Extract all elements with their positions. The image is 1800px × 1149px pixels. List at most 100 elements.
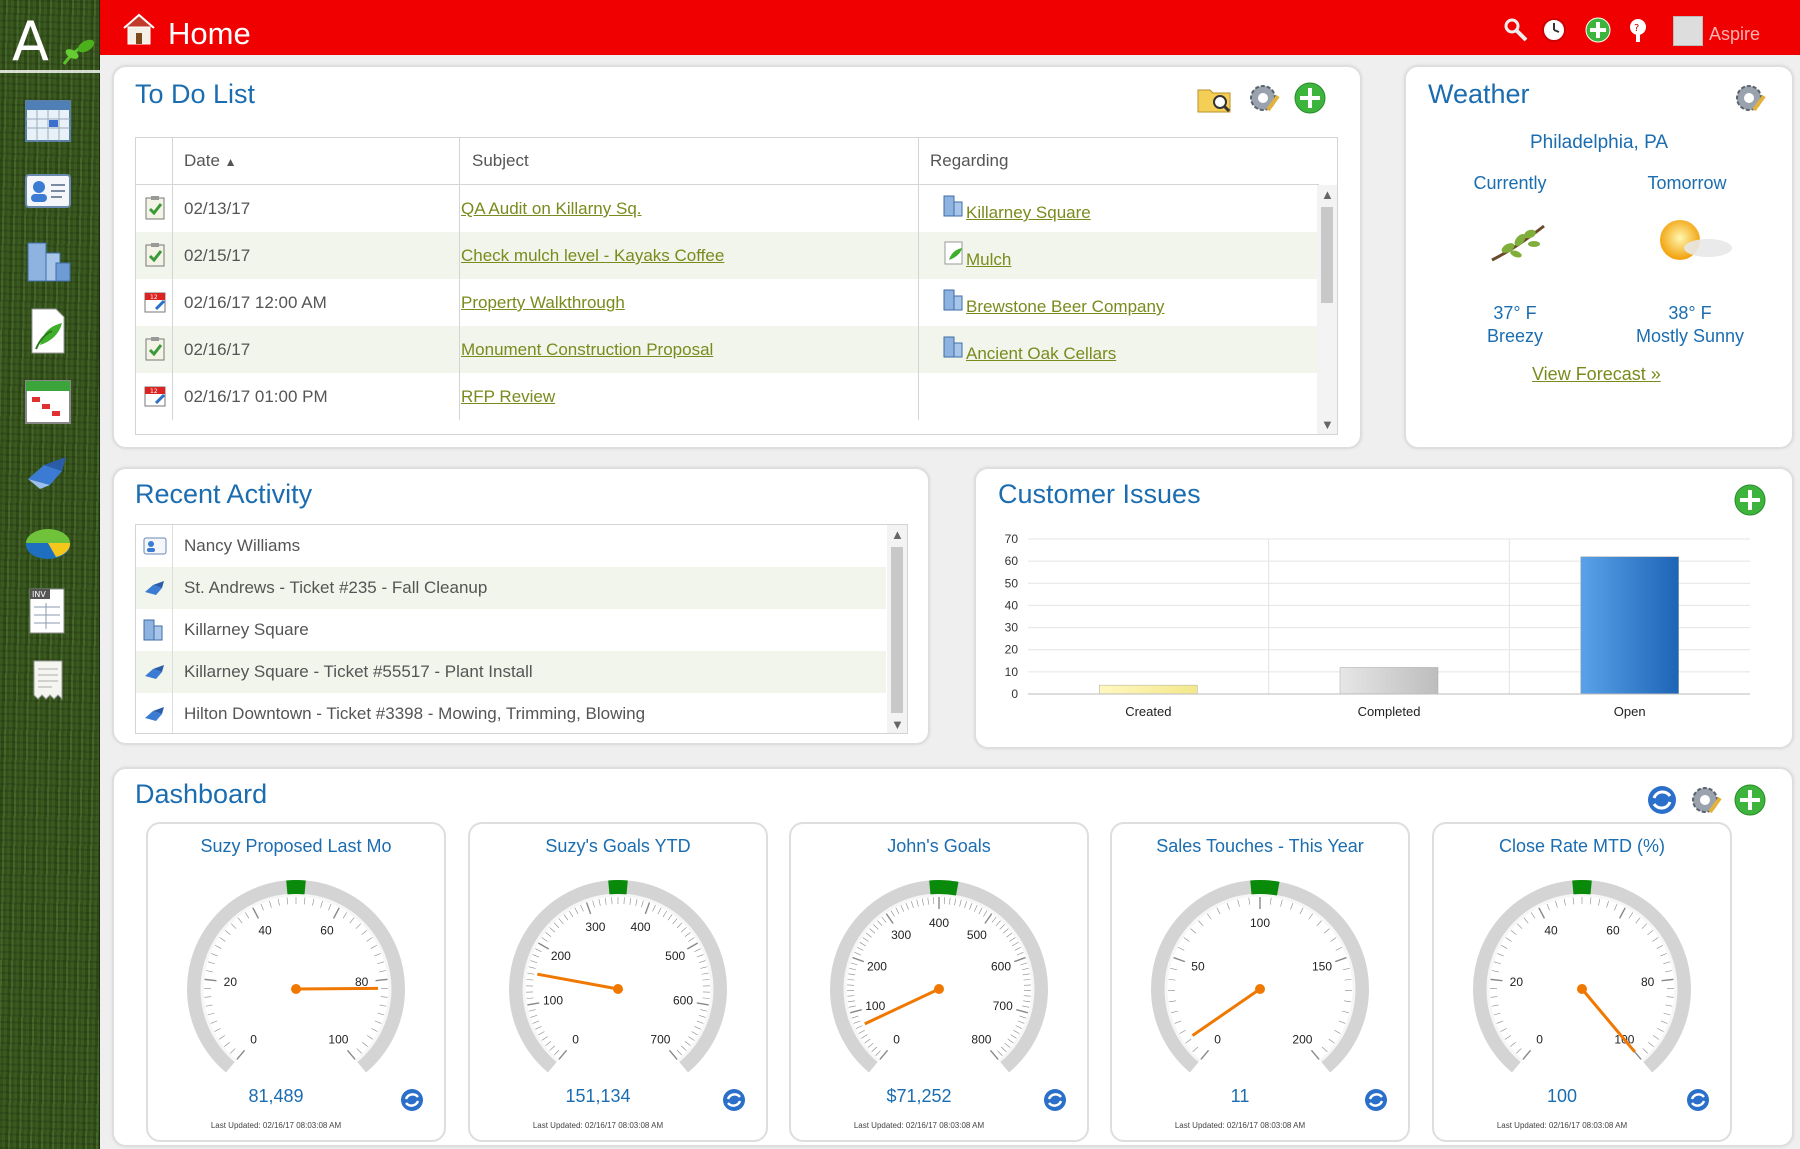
scroll-down-icon[interactable]: ▼ [891, 717, 904, 732]
reports-icon[interactable] [22, 515, 74, 567]
list-item[interactable]: Killarney Square [136, 609, 886, 651]
table-row[interactable]: 02/13/17 QA Audit on Killarny Sq. Killarne… [136, 185, 1319, 232]
task-icon [142, 336, 168, 362]
weather-current-label: Currently [1473, 173, 1547, 193]
table-row[interactable]: 02/16/17 Monument Construction Proposal An… [136, 326, 1319, 373]
todo-subject-link[interactable]: QA Audit on Killarny Sq. [461, 199, 642, 219]
list-item[interactable]: Nancy Williams [136, 525, 886, 567]
todo-regarding-link[interactable]: Brewstone Beer Company [966, 297, 1164, 317]
activity-scrollbar[interactable]: ▲ ▼ [887, 525, 907, 733]
gear-icon[interactable] [1246, 80, 1282, 116]
avatar[interactable] [1673, 16, 1703, 46]
list-item[interactable]: St. Andrews - Ticket #235 - Fall Cleanup [136, 567, 886, 609]
schedule-icon[interactable] [22, 375, 74, 427]
bar-created[interactable] [1099, 684, 1198, 695]
todo-regarding-link[interactable]: Mulch [966, 250, 1011, 270]
todo-regarding-link[interactable]: Ancient Oak Cellars [966, 344, 1116, 364]
add-widget-icon[interactable] [1732, 782, 1768, 818]
scroll-up-icon[interactable]: ▲ [891, 527, 904, 542]
todo-grid: Date ▲ Subject Regarding 02/13/17 QA Audi… [135, 137, 1338, 435]
gauge-tick-label: 20 [224, 975, 238, 989]
gauge-card: Sales Touches - This Year 0 50 100 150 200 11 L… [1110, 822, 1410, 1142]
gauge-refresh-icon[interactable] [1684, 1086, 1712, 1114]
scroll-up-icon[interactable]: ▲ [1321, 187, 1334, 202]
calendar-icon[interactable] [22, 95, 74, 147]
todo-subject-link[interactable]: RFP Review [461, 387, 555, 407]
add-icon[interactable] [1584, 16, 1612, 44]
y-tick-label: 70 [1005, 532, 1019, 546]
scroll-thumb[interactable] [1321, 207, 1333, 303]
add-issue-icon[interactable] [1732, 482, 1768, 518]
properties-icon[interactable] [22, 235, 74, 287]
gauge-tick-label: 100 [865, 999, 885, 1013]
y-tick-label: 60 [1005, 554, 1019, 568]
column-subject[interactable]: Subject [472, 151, 529, 171]
bar-completed[interactable] [1339, 667, 1439, 695]
gauge-tick-label: 80 [355, 975, 369, 989]
todo-date: 02/16/17 [184, 340, 251, 359]
activity-text: Killarney Square [184, 620, 309, 639]
scroll-down-icon[interactable]: ▼ [1321, 417, 1334, 432]
clock-icon[interactable] [1540, 16, 1568, 44]
svg-text:INV: INV [32, 590, 46, 599]
table-row[interactable]: 12 02/16/17 01:00 PM RFP Review [136, 373, 1319, 420]
gauge-tick-label: 100 [328, 1033, 348, 1047]
todo-regarding-link[interactable]: Killarney Square [966, 203, 1091, 223]
gauge-refresh-icon[interactable] [398, 1086, 426, 1114]
view-forecast-link[interactable]: View Forecast » [1532, 364, 1661, 385]
invoice-icon[interactable]: INV [22, 585, 74, 637]
gauge-tick-label: 300 [891, 928, 911, 942]
home-icon[interactable] [120, 10, 158, 48]
todo-scrollbar[interactable]: ▲ ▼ [1317, 185, 1337, 434]
contacts-icon[interactable] [22, 165, 74, 217]
weather-tomorrow-label: Tomorrow [1647, 173, 1727, 193]
search-icon[interactable] [1502, 16, 1530, 44]
todo-date: 02/16/17 12:00 AM [184, 293, 327, 312]
gauge-title: Close Rate MTD (%) [1498, 836, 1666, 856]
gauge-refresh-icon[interactable] [1362, 1086, 1390, 1114]
property-icon [142, 617, 168, 643]
catalog-icon[interactable] [22, 305, 74, 357]
add-todo-icon[interactable] [1292, 80, 1328, 116]
weather-city: Philadelphia, PA [1529, 132, 1669, 153]
column-regarding[interactable]: Regarding [930, 151, 1008, 171]
gauge-last-updated: Last Updated: 02/16/17 08:03:08 AM [210, 1121, 342, 1130]
todo-date: 02/16/17 01:00 PM [184, 387, 328, 406]
table-row[interactable]: 02/15/17 Check mulch level - Kayaks Coffe… [136, 232, 1319, 279]
todo-subject-link[interactable]: Check mulch level - Kayaks Coffee [461, 246, 724, 266]
list-item[interactable]: Killarney Square - Ticket #55517 - Plant… [136, 651, 886, 693]
gauge-tick-label: 20 [1510, 975, 1524, 989]
help-icon[interactable]: ? [1624, 16, 1652, 44]
user-name[interactable]: Aspire [1709, 24, 1760, 45]
weather-settings-icon[interactable] [1732, 80, 1768, 116]
x-tick-label: Open [1614, 704, 1646, 719]
gauge-tick-label: 200 [551, 949, 571, 963]
todo-subject-link[interactable]: Monument Construction Proposal [461, 340, 713, 360]
gauge-hub [934, 984, 944, 994]
gauge-tick-label: 500 [665, 949, 685, 963]
gauge-last-updated: Last Updated: 02/16/17 08:03:08 AM [532, 1121, 664, 1130]
search-folder-icon[interactable] [1196, 80, 1232, 116]
bar-open[interactable] [1580, 556, 1679, 695]
gauge-refresh-icon[interactable] [720, 1086, 748, 1114]
y-tick-label: 40 [1005, 598, 1019, 612]
tickets-icon[interactable] [22, 445, 74, 497]
gauge-refresh-icon[interactable] [1041, 1086, 1069, 1114]
mostly-sunny-icon [1660, 220, 1732, 260]
sidebar: A INV [0, 0, 100, 1149]
todo-subject-link[interactable]: Property Walkthrough [461, 293, 625, 313]
svg-text:12: 12 [150, 294, 158, 301]
dashboard-settings-icon[interactable] [1688, 782, 1724, 818]
table-row[interactable]: 12 02/16/17 12:00 AM Property Walkthrough B… [136, 279, 1319, 326]
refresh-icon[interactable] [1644, 782, 1680, 818]
gauge-needle [1191, 987, 1261, 1037]
appointment-icon: 12 [142, 383, 168, 409]
column-date[interactable]: Date ▲ [184, 151, 237, 171]
receipts-icon[interactable] [22, 655, 74, 707]
gauge-needle [1580, 988, 1636, 1053]
aspire-logo[interactable]: A [8, 12, 95, 72]
gauge-tick-label: 60 [1606, 924, 1620, 938]
scroll-thumb[interactable] [891, 547, 903, 713]
customer-issues-chart: 0 10 20 30 40 50 60 70 Created Completed Open [1005, 532, 1750, 719]
list-item[interactable]: Hilton Downtown - Ticket #3398 - Mowing,… [136, 693, 886, 733]
